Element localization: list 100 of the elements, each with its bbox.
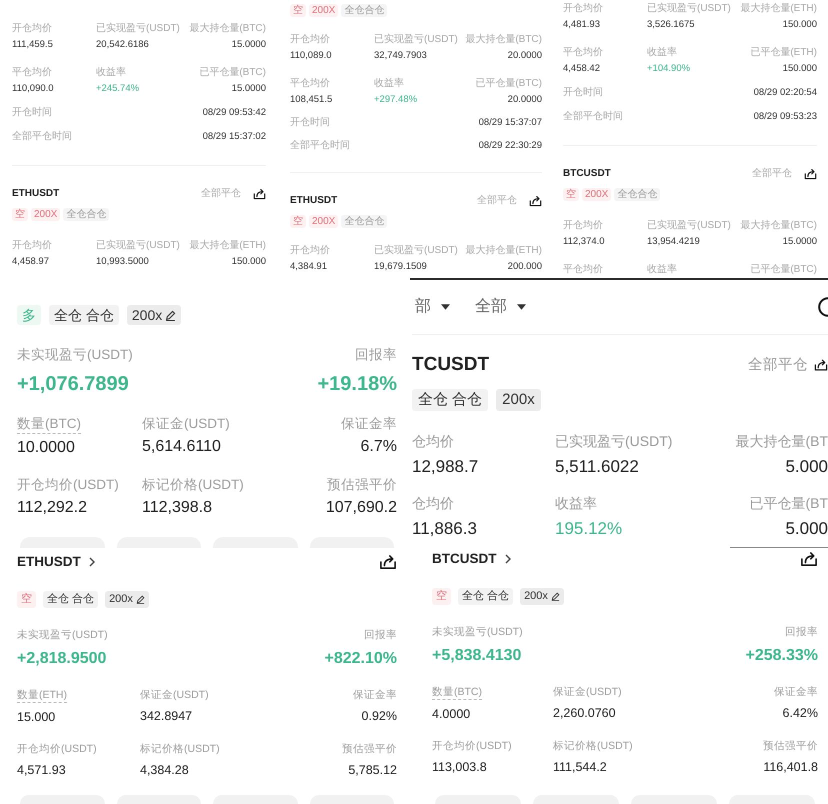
stat-value: 5,785.12 <box>348 762 397 778</box>
time-label: 开仓时间 <box>12 106 52 118</box>
stat-label: 已实现盈亏(USDT) <box>96 23 180 35</box>
stat-value: +245.74% <box>96 82 140 95</box>
stat-value: 4,458.42 <box>563 62 600 75</box>
stat-value: 107,690.2 <box>326 498 397 518</box>
stat-label: 标记价格(USDT) <box>553 739 633 753</box>
stat-label: 标记价格(USDT) <box>142 476 244 494</box>
stat-label: 最大持仓量(ETH) <box>465 245 542 257</box>
stat-label: 开仓均价 <box>290 245 330 257</box>
stat-label: 收益率 <box>555 494 597 512</box>
stat-label: 最大持仓量(ETH) <box>189 240 266 252</box>
leverage-tag[interactable]: 200x <box>126 305 182 325</box>
time-label: 全部平仓时间 <box>290 140 350 152</box>
stat-label: 开仓均价 <box>563 3 603 15</box>
stat-value: 19,679.1509 <box>374 260 427 273</box>
share-icon[interactable] <box>804 168 817 180</box>
stat-value: 5.000 <box>785 518 828 540</box>
metric-value: +258.33% <box>745 646 818 666</box>
stat-value: 4.0000 <box>432 706 470 722</box>
filter-dropdown[interactable]: 全部 <box>475 297 526 317</box>
margin-mode-tag[interactable]: 全仓 合仓 <box>458 588 514 605</box>
filter-dropdown[interactable]: 部 <box>415 297 450 317</box>
margin-mode-tag[interactable]: 全仓 合仓 <box>412 389 488 411</box>
metric-value: +822.10% <box>324 649 397 669</box>
metric-label: 回报率 <box>355 346 397 364</box>
symbol-link[interactable]: ETHUSDT <box>17 553 95 571</box>
metric-value: +5,838.4130 <box>432 646 522 666</box>
stat-label: 最大持仓量(BTC) <box>740 220 817 232</box>
share-icon[interactable] <box>379 554 397 570</box>
share-icon[interactable] <box>800 551 818 567</box>
stat-label: 平仓均价 <box>563 47 603 59</box>
stat-label: 数量(ETH) <box>17 688 67 703</box>
symbol-title: TCUSDT <box>412 353 490 377</box>
direction-tag: 多 <box>17 305 41 325</box>
stat-value: 5,511.6022 <box>555 456 639 478</box>
pencil-icon <box>136 595 145 604</box>
stat-label: 已实现盈亏(USDT) <box>374 34 458 46</box>
stat-value: 4,458.97 <box>12 255 49 268</box>
time-label: 全部平仓时间 <box>12 130 72 142</box>
margin-mode-tag[interactable]: 全仓 合仓 <box>43 591 98 608</box>
ring-icon[interactable] <box>818 297 828 317</box>
stat-label: 开仓均价(USDT) <box>17 476 119 494</box>
stat-label: 已平仓量(ETH) <box>750 47 817 59</box>
stat-value: 4,481.93 <box>563 18 600 31</box>
stat-value: 195.12% <box>555 518 622 540</box>
stat-label: 平仓均价 <box>563 264 603 276</box>
stat-value: 11,886.3 <box>412 518 477 540</box>
stat-value: 112,374.0 <box>563 235 605 248</box>
stat-label: 开仓均价(USDT) <box>17 742 97 756</box>
stat-label: 收益率 <box>96 67 126 79</box>
stat-label: 保证金率 <box>774 685 818 699</box>
leverage-tag[interactable]: 200x <box>105 591 149 608</box>
stat-label: 标记价格(USDT) <box>140 742 220 756</box>
stat-value: 15.0000 <box>782 235 817 248</box>
stat-label: 开仓均价(USDT) <box>432 739 512 753</box>
share-icon[interactable] <box>529 195 542 207</box>
direction-tag: 200X <box>31 208 60 221</box>
leverage-tag[interactable]: 200x <box>520 588 564 605</box>
stat-label: 已平仓量(BTC) <box>199 67 266 79</box>
stat-value: 15.0000 <box>232 38 266 51</box>
stat-label: 开仓均价 <box>12 23 52 35</box>
stat-label: 开仓均价 <box>290 34 330 46</box>
metric-label: 回报率 <box>785 625 818 639</box>
share-icon[interactable] <box>253 188 266 200</box>
stat-value: 5.000 <box>785 456 828 478</box>
stat-value: 2,260.0760 <box>553 705 616 721</box>
stat-value: 5,614.6110 <box>142 437 221 457</box>
stat-value: 112,292.2 <box>17 498 87 518</box>
stat-label: 预估强平价 <box>763 739 818 753</box>
stat-value: 108,451.5 <box>290 93 332 106</box>
stat-value: 13,954.4219 <box>647 235 700 248</box>
stat-value: 150.000 <box>782 62 817 75</box>
time-value: 08/29 22:30:29 <box>478 139 542 152</box>
leverage-tag[interactable]: 200x <box>496 389 541 411</box>
stat-label: 仓均价 <box>412 432 454 450</box>
metric-value: +1,076.7899 <box>17 372 129 397</box>
stat-label: 已实现盈亏(USDT) <box>374 245 458 257</box>
stat-value: 0.92% <box>362 708 397 724</box>
stat-value: 150.000 <box>782 18 817 31</box>
stat-value: 111,459.5 <box>12 38 53 51</box>
stat-label: 数量(BTC) <box>432 685 482 700</box>
stat-label: 已平仓量(BT <box>749 494 828 512</box>
caret-down-icon <box>441 304 450 310</box>
chevron-right-icon <box>504 554 510 564</box>
time-value: 08/29 15:37:02 <box>202 130 266 143</box>
stat-value: 116,401.8 <box>763 759 818 775</box>
stat-value: 32,749.7903 <box>374 49 427 62</box>
pencil-icon <box>550 592 560 601</box>
time-value: 08/29 09:53:23 <box>754 110 817 123</box>
stat-value: +297.48% <box>374 93 418 106</box>
stat-label: 预估强平价 <box>327 476 397 494</box>
symbol-link[interactable]: BTCUSDT <box>432 550 510 568</box>
stat-label: 开仓均价 <box>12 240 52 252</box>
time-value: 08/29 09:53:42 <box>202 106 266 119</box>
stat-value: 110,090.0 <box>12 82 54 95</box>
stat-label: 保证金(USDT) <box>140 688 209 702</box>
share-icon[interactable] <box>814 358 828 372</box>
margin-mode-tag[interactable]: 全仓 合仓 <box>49 305 119 325</box>
metric-label: 未实现盈亏(USDT) <box>432 625 523 639</box>
